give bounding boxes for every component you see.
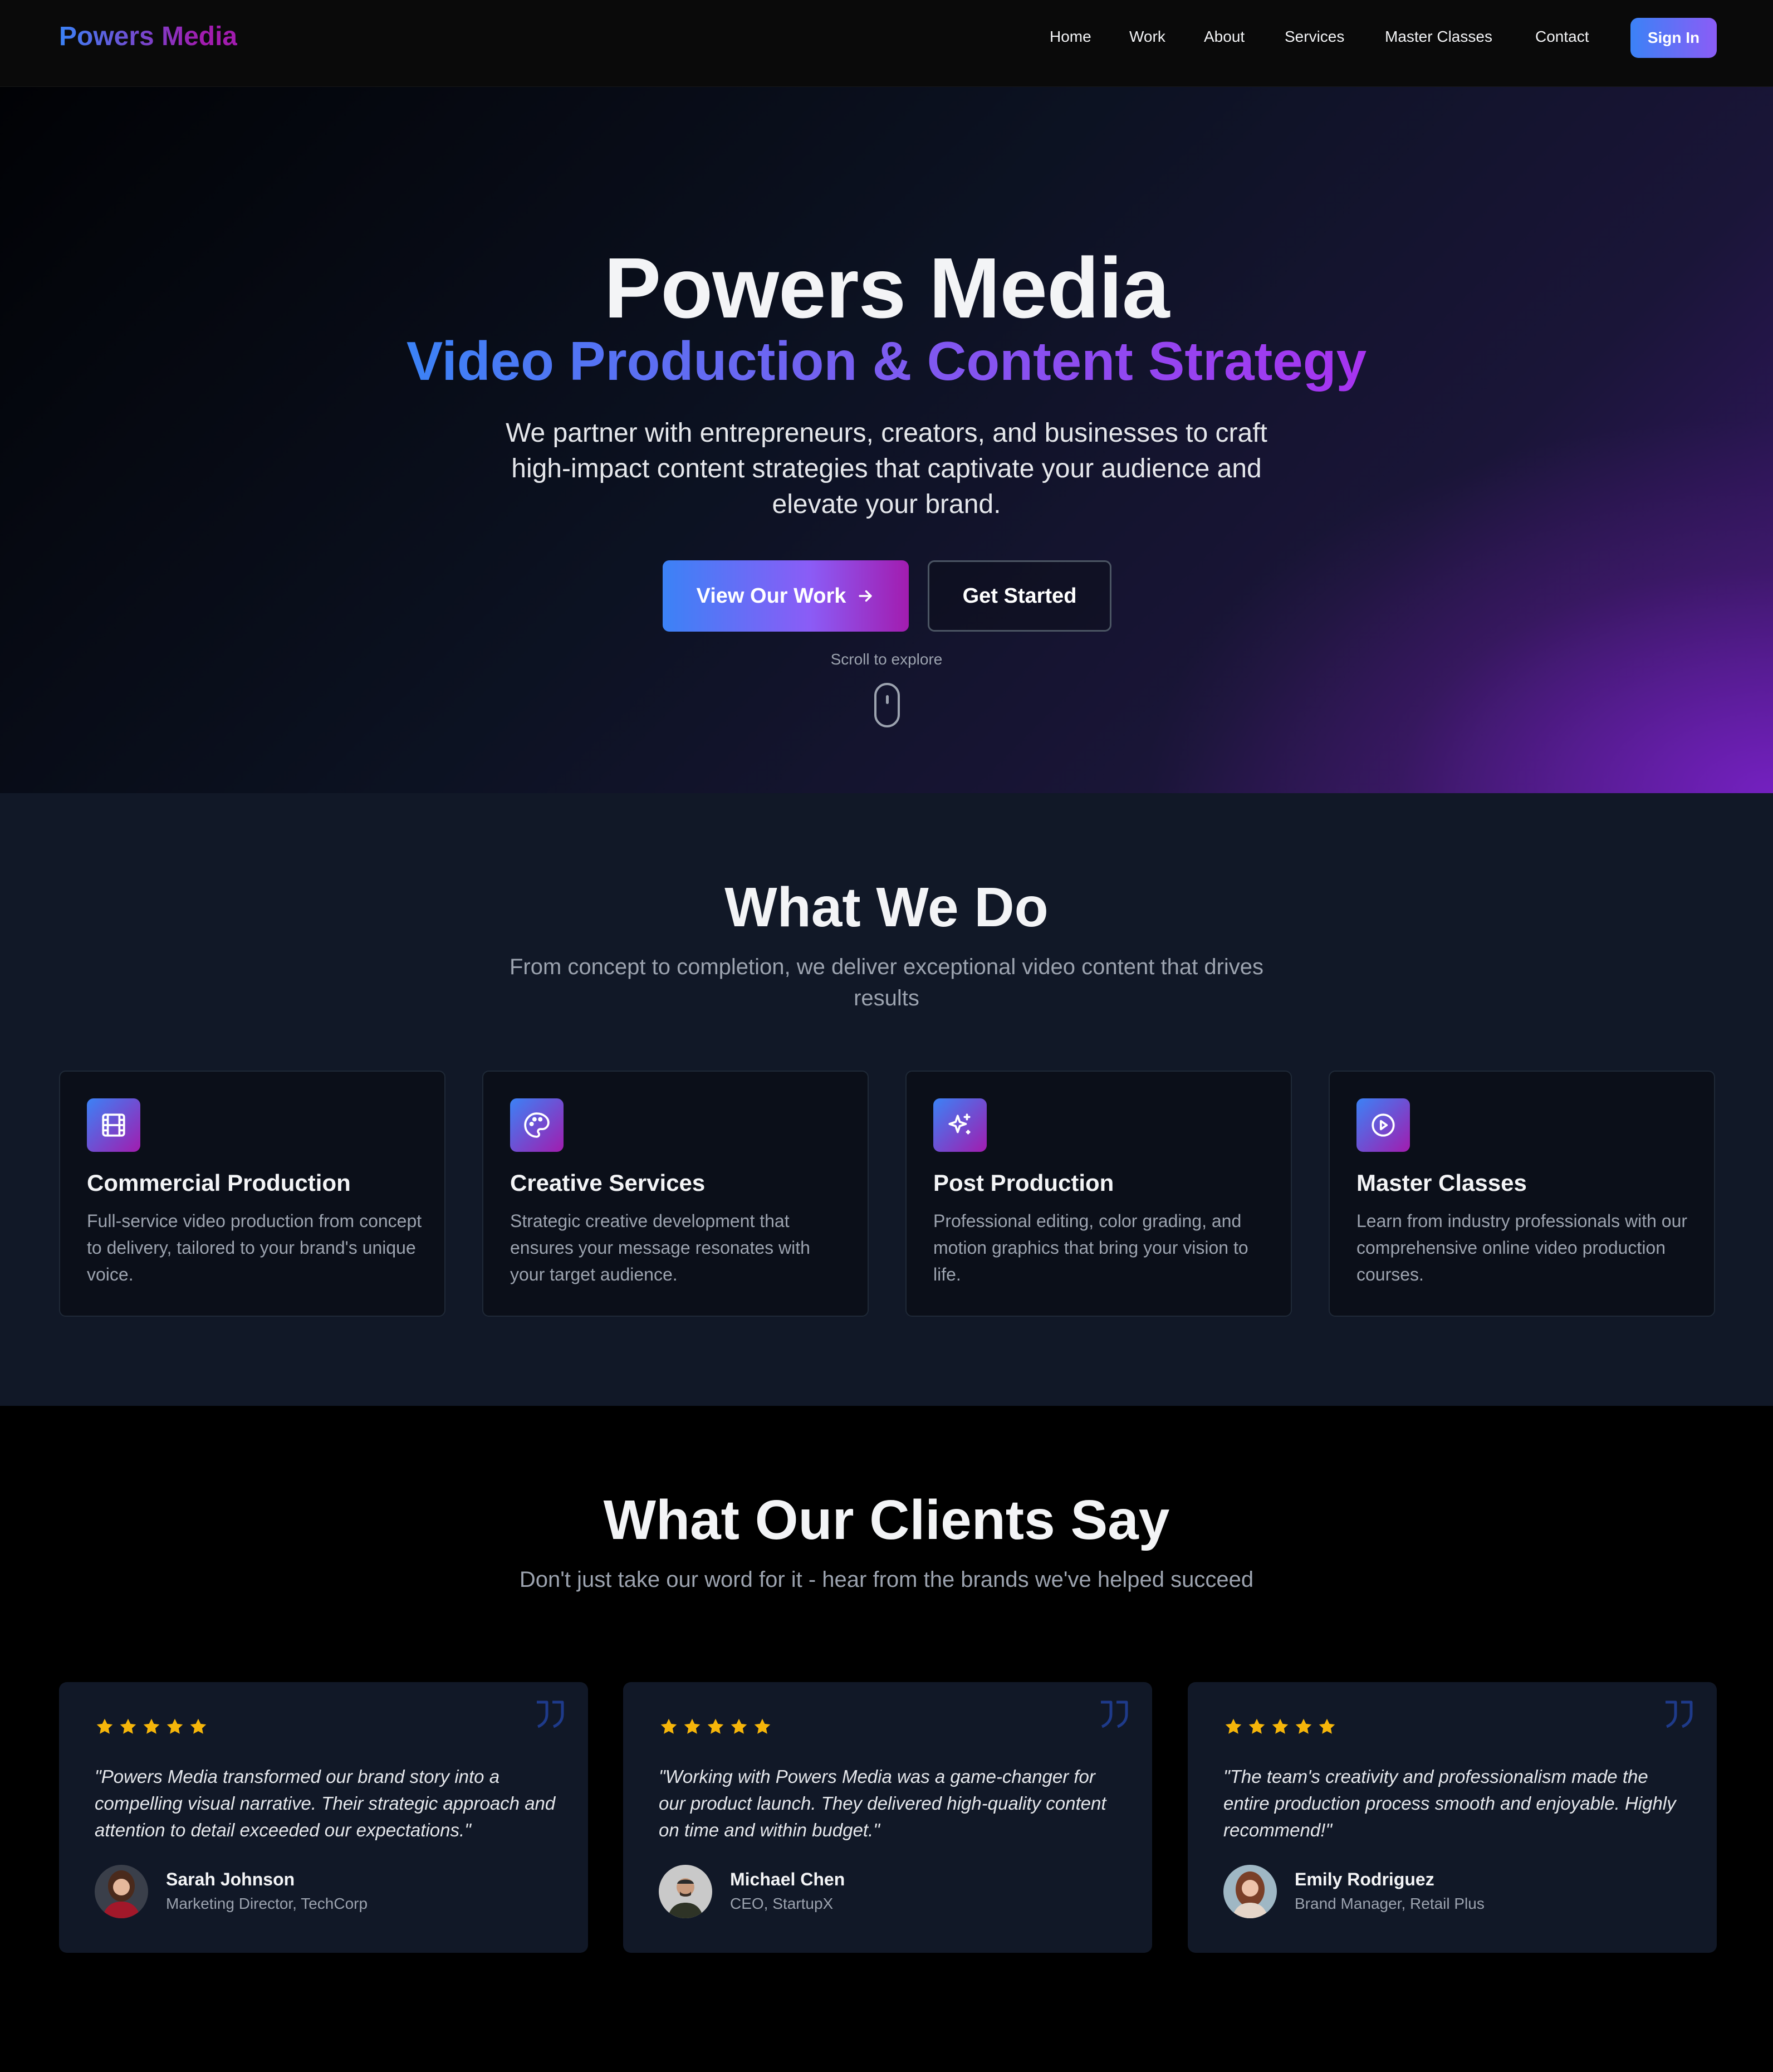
star-icon [96,1718,113,1734]
testimonial-name: Emily Rodriguez [1295,1869,1434,1889]
mouse-scroll-icon [874,683,900,727]
star-icon [660,1718,677,1734]
hero-section: Powers Media Video Production & Content … [0,87,1773,793]
service-card-title: Commercial Production [87,1170,351,1196]
star-icon [1319,1718,1335,1734]
nav-link-work[interactable]: Work [1129,28,1165,46]
testimonial-role: Brand Manager, Retail Plus [1295,1895,1485,1912]
play-circle-icon [1356,1098,1410,1152]
star-icon [1248,1718,1265,1734]
service-card-description: Strategic creative development that ensu… [510,1211,810,1284]
services-section: What We Do From concept to completion, w… [0,793,1773,1406]
arrow-right-icon [859,590,873,602]
testimonial-quote: "Working with Powers Media was a game-ch… [659,1766,1106,1840]
testimonial-name: Sarah Johnson [166,1869,295,1889]
service-card-post-production[interactable]: Post Production Professional editing, co… [905,1071,1292,1317]
testimonial-quote: "The team's creativity and professionali… [1223,1766,1676,1840]
avatar [659,1865,712,1918]
service-card-description: Full-service video production from conce… [87,1211,422,1284]
star-icon [120,1718,136,1734]
nav-link-contact[interactable]: Contact [1535,28,1589,46]
nav-link-home[interactable]: Home [1050,28,1091,46]
testimonial-name: Michael Chen [730,1869,845,1889]
service-card-master-classes[interactable]: Master Classes Learn from industry profe… [1329,1071,1715,1317]
quote-icon [1666,1700,1693,1728]
hero-subtitle: Video Production & Content Strategy [0,330,1773,393]
testimonial-card: "Working with Powers Media was a game-ch… [623,1682,1152,1953]
hero-description: We partner with entrepreneurs, creators,… [506,418,1267,519]
services-title: What We Do [724,876,1049,939]
sparkles-icon [933,1098,987,1152]
star-icon [684,1718,701,1734]
avatar [1223,1865,1277,1918]
star-icon [731,1718,747,1734]
brand-logo[interactable]: Powers Media [59,21,237,52]
service-card-creative-services[interactable]: Creative Services Strategic creative dev… [482,1071,869,1317]
palette-icon [510,1098,564,1152]
view-our-work-button[interactable]: View Our Work [663,560,909,632]
service-card-title: Master Classes [1356,1170,1527,1196]
testimonial-role: CEO, StartupX [730,1895,834,1912]
testimonial-quote: "Powers Media transformed our brand stor… [95,1766,556,1840]
quote-icon [1101,1700,1128,1728]
service-card-description: Learn from industry professionals with o… [1356,1211,1688,1284]
film-icon [87,1098,140,1152]
testimonials-description: Don't just take our word for it - hear f… [519,1567,1254,1592]
nav-link-about[interactable]: About [1204,28,1245,46]
star-icon [190,1718,207,1734]
star-rating [659,1717,772,1737]
star-icon [754,1718,771,1734]
star-rating [95,1717,208,1737]
testimonial-card: "The team's creativity and professionali… [1188,1682,1717,1953]
avatar [95,1865,148,1918]
service-card-title: Post Production [933,1170,1114,1196]
services-description: From concept to completion, we deliver e… [509,955,1264,1010]
star-rating [1223,1717,1337,1737]
star-icon [166,1718,183,1734]
service-card-commercial-production[interactable]: Commercial Production Full-service video… [59,1071,445,1317]
view-our-work-label: View Our Work [696,584,846,608]
testimonial-role: Marketing Director, TechCorp [166,1895,368,1912]
service-card-description: Professional editing, color grading, and… [933,1211,1248,1284]
testimonials-section: What Our Clients Say Don't just take our… [0,1406,1773,2072]
testimonial-card: "Powers Media transformed our brand stor… [59,1682,588,1953]
quote-icon [537,1700,564,1728]
star-icon [1272,1718,1289,1734]
nav-link-services[interactable]: Services [1285,28,1344,46]
nav-link-master-classes[interactable]: Master Classes [1385,28,1492,46]
hero-title: Powers Media [604,240,1169,336]
top-navigation: Powers Media Home Work About Services Ma… [0,0,1773,87]
sign-in-button[interactable]: Sign In [1630,18,1717,58]
service-card-title: Creative Services [510,1170,706,1196]
star-icon [1295,1718,1312,1734]
get-started-button[interactable]: Get Started [928,560,1111,632]
star-icon [143,1718,160,1734]
hero-subtitle-text: Video Production & Content Strategy [406,330,1367,392]
scroll-hint: Scroll to explore [830,651,943,668]
star-icon [1225,1718,1242,1734]
star-icon [707,1718,724,1734]
testimonials-title: What Our Clients Say [603,1489,1170,1551]
